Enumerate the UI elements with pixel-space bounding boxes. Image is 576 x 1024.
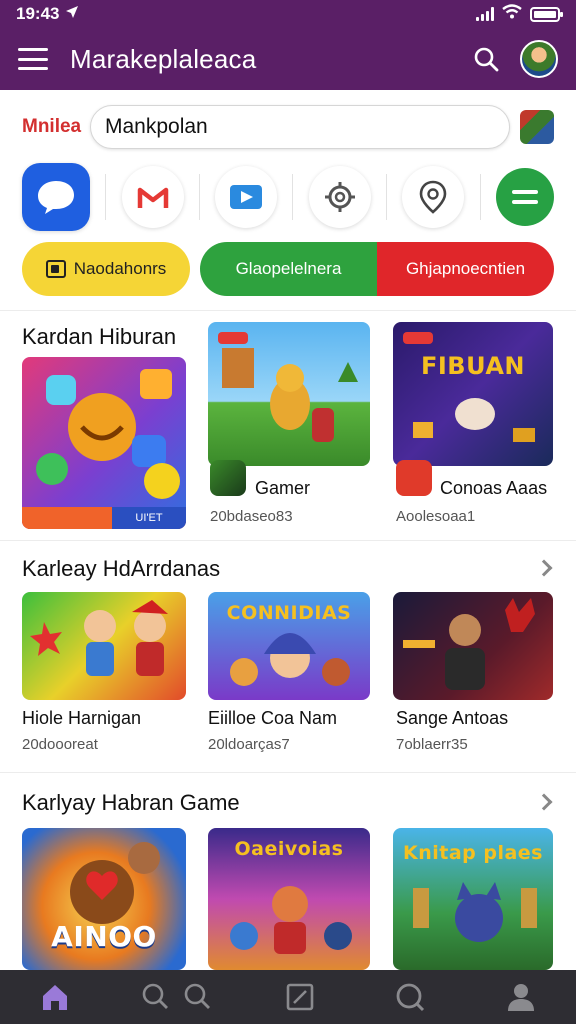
more-menu-icon[interactable] [495, 168, 554, 226]
profile-avatar[interactable] [520, 40, 558, 78]
location-pin-icon[interactable] [402, 166, 465, 228]
app-bar: Marakeplaleaca [0, 28, 576, 90]
section-title: Karlyay Habran Game [22, 790, 240, 815]
chevron-right-icon[interactable] [535, 559, 553, 577]
game-subtitle: 20ldoarças7 [208, 736, 290, 753]
signal-icon [476, 7, 494, 21]
chat-app-icon[interactable] [22, 163, 90, 231]
game-tile[interactable]: Oaeivoias [208, 828, 370, 970]
menu-icon[interactable] [18, 48, 48, 70]
status-bar: 19:43 [0, 0, 576, 28]
game-tile[interactable] [22, 592, 186, 700]
game-name: Gamer [255, 478, 311, 498]
chip-notifications[interactable]: Naodahonrs [22, 242, 190, 296]
edit-icon[interactable] [272, 975, 328, 1019]
search-icon[interactable] [466, 39, 506, 79]
game-tile[interactable] [208, 322, 370, 466]
shortcut-row [22, 162, 554, 232]
settings-gear-icon[interactable] [308, 166, 371, 228]
chip-red[interactable]: Ghjapnoecntien [377, 242, 554, 296]
location-arrow-icon [65, 4, 79, 24]
game-name: Conoas Aaas [440, 478, 548, 498]
game-subtitle: Aoolesoaa1 [396, 508, 476, 525]
search-icon[interactable] [138, 975, 218, 1019]
game-subtitle: 20doooreat [22, 736, 98, 753]
chip-label: Glaopelelnera [235, 259, 342, 278]
chip-label: Naodahonrs [73, 259, 167, 278]
game-app-icon [396, 460, 432, 496]
game-tile[interactable]: FIBUAN [393, 322, 553, 466]
game-subtitle: 20bdaseo83 [210, 508, 293, 525]
wifi-icon [502, 4, 522, 24]
chevron-right-icon[interactable] [535, 793, 553, 811]
video-icon[interactable] [215, 166, 278, 228]
chip-label: Ghjapnoecntien [405, 259, 526, 278]
game-name: Hiole Harnigan [22, 708, 142, 728]
profile-icon[interactable] [493, 975, 549, 1019]
battery-icon [530, 6, 563, 22]
game-name: Eiilloe Coa Nam [208, 708, 338, 728]
game-tile[interactable]: AINOO [22, 828, 186, 970]
game-tile[interactable] [393, 592, 553, 700]
game-app-icon [210, 460, 246, 496]
gmail-icon[interactable] [121, 166, 184, 228]
main-content: Mnilea Naodahonrs [0, 90, 576, 970]
user-thumbnail[interactable] [520, 110, 554, 144]
section-title: Karleay HdArrdanas [22, 556, 221, 581]
bookmark-icon [45, 260, 66, 278]
app-title: Marakeplaleaca [70, 43, 257, 74]
game-banner: AINOO [51, 920, 157, 953]
bottom-nav [0, 970, 576, 1024]
brand-logo: Mnilea [22, 116, 82, 137]
game-name: Sange Antoas [396, 708, 509, 728]
search-row: Mnilea [0, 104, 576, 150]
game-tile[interactable]: CONNIDIAS [208, 592, 370, 700]
chat-bubble-icon[interactable] [382, 975, 438, 1019]
game-tile[interactable]: Knitap plaes [393, 828, 553, 970]
chip-green[interactable]: Glaopelelnera [200, 242, 377, 296]
category-chips: Naodahonrs Glaopelelnera Ghjapnoecntien [22, 242, 554, 298]
status-time: 19:43 [16, 4, 60, 23]
featured-game-tile[interactable]: UI'ET [22, 357, 186, 529]
game-subtitle: 7oblaerr35 [396, 736, 468, 753]
featured-label: UI'ET [112, 507, 186, 529]
section-title: Kardan Hiburan [22, 324, 177, 349]
home-icon[interactable] [27, 975, 83, 1019]
search-input[interactable] [90, 105, 510, 149]
